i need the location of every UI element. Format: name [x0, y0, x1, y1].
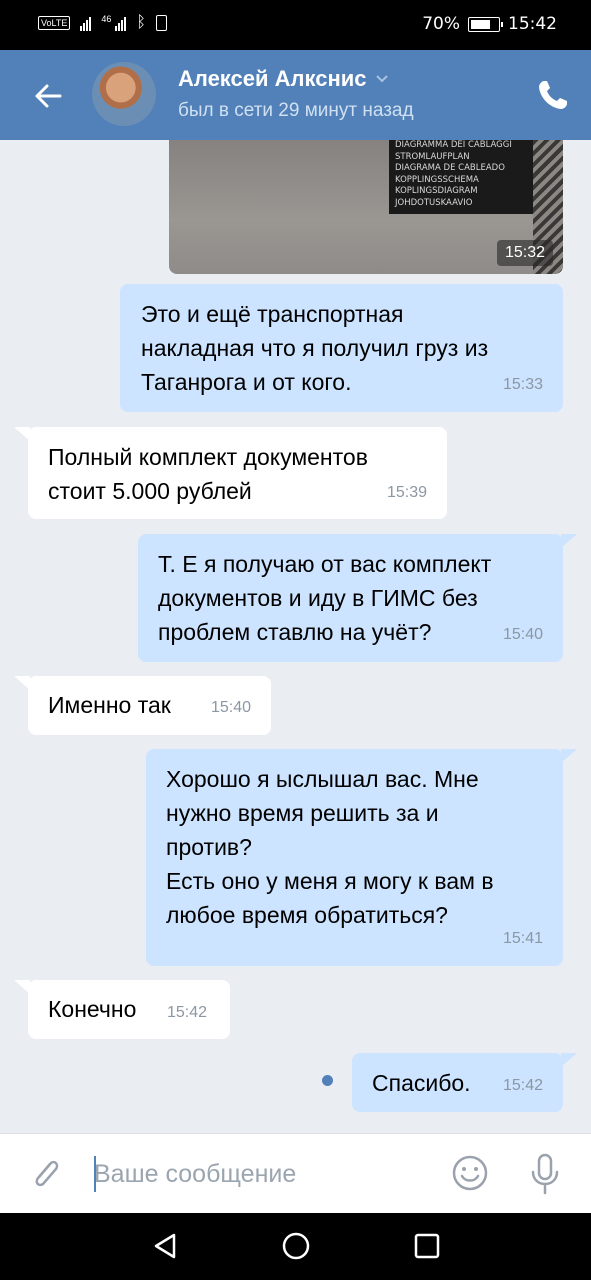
- battery-percent: 70%: [422, 14, 460, 34]
- signal-icon-2: [115, 15, 127, 31]
- bubble-tail: [561, 534, 577, 548]
- photo-attachment[interactable]: DIAGRAMMA DEI CABLAGGI STROMLAUFPLAN DIA…: [169, 140, 563, 274]
- sign-line: KOPPLINGSSCHEMA: [395, 174, 479, 185]
- photo-timestamp: 15:32: [496, 240, 553, 266]
- message-bubble-outgoing[interactable]: Т. Е я получаю от вас комплект документо…: [138, 534, 577, 662]
- nav-back-icon[interactable]: [150, 1231, 180, 1261]
- bubble-tail: [14, 427, 30, 441]
- sign-line: DIAGRAMMA DEI CABLAGGI: [395, 140, 512, 150]
- bubble-tail: [14, 980, 30, 994]
- bluetooth-icon: ᛒ: [136, 14, 146, 31]
- message-bubble-outgoing[interactable]: Спасибо. 15:42: [352, 1053, 577, 1112]
- message-time: 15:42: [166, 1004, 207, 1021]
- message-bubble-incoming[interactable]: Именно так 15:40: [14, 676, 271, 735]
- status-left: VoLTE 46 ᛒ: [38, 14, 167, 32]
- contact-name[interactable]: Алексей Алкснис: [178, 66, 389, 92]
- message-text: Хорошо я ыслышал вас. Мне нужно время ре…: [166, 766, 494, 928]
- bubble-tail: [561, 749, 577, 763]
- nav-home-icon[interactable]: [281, 1231, 311, 1261]
- message-time: 15:33: [502, 376, 543, 393]
- message-bubble-outgoing[interactable]: Это и ещё транспортная накладная что я п…: [120, 284, 563, 412]
- message-time: 15:40: [502, 626, 543, 643]
- microphone-icon[interactable]: [528, 1152, 562, 1196]
- message-bubble-outgoing[interactable]: Хорошо я ыслышал вас. Мне нужно время ре…: [146, 749, 577, 966]
- message-time: 15:40: [210, 699, 251, 716]
- android-nav-bar: [0, 1213, 591, 1280]
- smiley-icon[interactable]: [451, 1154, 489, 1192]
- network-label: 46: [101, 14, 112, 24]
- clock: 15:42: [508, 14, 557, 34]
- unread-indicator: [322, 1075, 333, 1086]
- message-bubble-incoming[interactable]: Конечно 15:42: [14, 980, 230, 1039]
- message-text: Это и ещё транспортная накладная что я п…: [141, 301, 489, 395]
- message-bubble-incoming[interactable]: Полный комплект документов стоит 5.000 р…: [14, 427, 447, 519]
- chevron-down-icon: [375, 75, 388, 83]
- sign-line: JOHDOTUSKAAVIO: [395, 197, 473, 208]
- last-seen-status: был в сети 29 минут назад: [178, 100, 414, 121]
- paperclip-icon[interactable]: [28, 1154, 64, 1194]
- photo-sign-text: DIAGRAMMA DEI CABLAGGI STROMLAUFPLAN DIA…: [389, 140, 533, 214]
- nav-recent-apps-icon[interactable]: [414, 1233, 440, 1259]
- chat-header: Алексей Алкснис был в сети 29 минут наза…: [0, 50, 591, 140]
- back-arrow-icon[interactable]: [28, 76, 68, 116]
- message-composer: [0, 1133, 591, 1214]
- message-time: 15:39: [386, 484, 427, 501]
- phone-icon[interactable]: [536, 78, 570, 112]
- battery-icon: [468, 16, 503, 32]
- sign-line: STROMLAUFPLAN: [395, 151, 470, 162]
- status-right: 70% 15:42: [422, 14, 557, 34]
- avatar[interactable]: [92, 62, 156, 126]
- message-time: 15:41: [502, 930, 543, 947]
- sign-line: KOPLINGSDIAGRAM: [395, 186, 478, 196]
- signal-icon: [80, 15, 92, 31]
- message-time: 15:42: [502, 1077, 543, 1094]
- volte-badge: VoLTE: [38, 16, 71, 30]
- bubble-tail: [14, 676, 30, 690]
- status-bar: VoLTE 46 ᛒ 70% 15:42: [0, 0, 591, 50]
- sign-line: DIAGRAMA DE CABLEADO: [395, 163, 505, 173]
- sim-icon: [155, 15, 167, 31]
- message-input[interactable]: [94, 1154, 424, 1194]
- contact-name-text: Алексей Алкснис: [178, 66, 367, 91]
- bubble-tail: [561, 1053, 577, 1067]
